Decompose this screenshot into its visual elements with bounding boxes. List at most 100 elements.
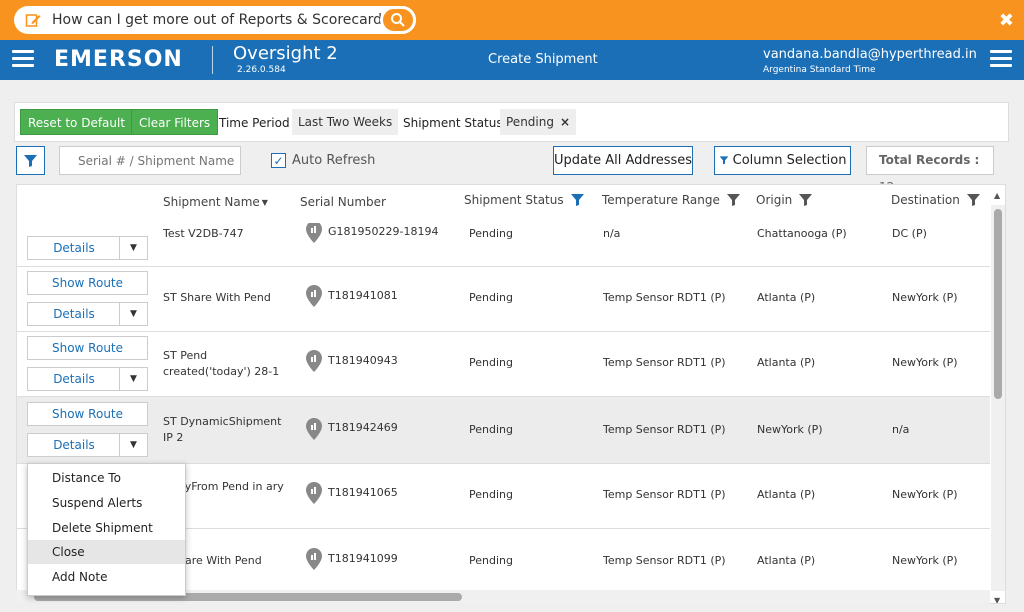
column-header-shipment-name[interactable]: Shipment Name ▼ (163, 195, 268, 209)
details-dropdown[interactable]: Details ▼ (27, 433, 148, 457)
edit-icon (24, 11, 42, 29)
remove-filter-icon[interactable]: × (560, 115, 570, 129)
serial-number: T181941081 (328, 289, 398, 302)
filter-icon[interactable] (798, 192, 813, 207)
shipment-name[interactable]: opyFrom Pend in ary (171, 479, 291, 495)
column-header-shipment-status[interactable]: Shipment Status (464, 192, 585, 207)
time-period-chip[interactable]: Last Two Weeks (292, 109, 399, 135)
location-pin-icon (306, 285, 322, 307)
filter-icon (719, 156, 728, 165)
menu-item-distance-to[interactable]: Distance To (28, 466, 185, 490)
search-button[interactable] (380, 6, 416, 34)
column-selection-label: Column Selection (732, 153, 847, 168)
user-menu-icon[interactable] (990, 50, 1012, 70)
origin: Atlanta (P) (757, 291, 816, 304)
user-email: vandana.bandla@hyperthread.in (763, 47, 977, 62)
filter-icon[interactable] (726, 192, 741, 207)
auto-refresh-toggle[interactable]: ✓ Auto Refresh (271, 153, 375, 168)
details-label: Details (53, 438, 95, 452)
shipment-status-chip[interactable]: Pending × (500, 109, 577, 135)
time-period-label: Time Period (219, 116, 290, 130)
table-row[interactable]: Show Route Details ▼ ST Share With Pend T… (17, 267, 990, 332)
search-icon (391, 13, 405, 27)
vertical-scrollbar[interactable]: ▲ ▼ (991, 191, 1005, 603)
origin: Atlanta (P) (757, 488, 816, 501)
shipment-name[interactable]: ST Pend created('today') 28-1 (163, 348, 283, 380)
location-pin-icon (306, 221, 322, 243)
temperature-range: Temp Sensor RDT1 (P) (603, 356, 726, 369)
menu-item-suspend-alerts[interactable]: Suspend Alerts (28, 491, 185, 515)
menu-item-close[interactable]: Close (28, 540, 185, 564)
shipment-status: Pending (469, 423, 513, 436)
show-route-button[interactable]: Show Route (27, 402, 148, 426)
details-dropdown[interactable]: Details ▼ (27, 236, 148, 260)
location-pin-icon (306, 418, 322, 440)
caret-down-icon[interactable]: ▼ (119, 434, 147, 456)
column-selection-button[interactable]: Column Selection (714, 146, 851, 175)
serial-number: T181940943 (328, 354, 398, 367)
filter-icon[interactable] (966, 192, 981, 207)
caret-down-icon[interactable]: ▼ (119, 237, 147, 259)
serial-number: T181942469 (328, 421, 398, 434)
shipment-name[interactable]: ST Share With Pend (163, 291, 271, 304)
table-row[interactable]: Show Route Details ▼ ST Pend created('tod… (17, 332, 990, 397)
details-label: Details (53, 307, 95, 321)
scroll-up-icon[interactable]: ▲ (994, 191, 1000, 200)
filter-icon[interactable] (570, 192, 585, 207)
origin: Atlanta (P) (757, 356, 816, 369)
caret-down-icon[interactable]: ▼ (119, 368, 147, 390)
help-search-query[interactable]: How can I get more out of Reports & Scor… (52, 12, 397, 28)
column-label: Destination (891, 192, 960, 207)
vertical-scroll-thumb[interactable] (994, 209, 1002, 399)
close-icon[interactable]: ✖ (999, 10, 1014, 31)
origin: Atlanta (P) (757, 554, 816, 567)
table-row-selected[interactable]: Show Route Details ▼ ST DynamicShipment I… (17, 397, 990, 464)
hamburger-menu-icon[interactable] (12, 50, 34, 70)
serial-number: G181950229-18194 (328, 225, 439, 238)
details-label: Details (53, 241, 95, 255)
menu-item-add-note[interactable]: Add Note (28, 565, 185, 589)
details-dropdown[interactable]: Details ▼ (27, 302, 148, 326)
shipment-status: Pending (469, 227, 513, 240)
shipment-name[interactable]: ST DynamicShipment IP 2 (163, 414, 283, 446)
help-search-field[interactable]: How can I get more out of Reports & Scor… (14, 6, 416, 34)
destination: NewYork (P) (892, 554, 958, 567)
shipment-status: Pending (469, 356, 513, 369)
details-dropdown[interactable]: Details ▼ (27, 367, 148, 391)
temperature-range: Temp Sensor RDT1 (P) (603, 488, 726, 501)
column-header-temperature-range[interactable]: Temperature Range (602, 192, 741, 207)
filter-icon (24, 155, 37, 167)
time-period-value: Last Two Weeks (298, 115, 393, 129)
reset-to-default-button[interactable]: Reset to Default (20, 109, 134, 135)
caret-down-icon[interactable]: ▼ (119, 303, 147, 325)
shipment-status: Pending (469, 291, 513, 304)
show-route-button[interactable]: Show Route (27, 336, 148, 360)
scroll-down-icon[interactable]: ▼ (994, 596, 1000, 603)
serial-number: T181941065 (328, 486, 398, 499)
destination: NewYork (P) (892, 488, 958, 501)
clear-filters-button[interactable]: Clear Filters (131, 109, 219, 135)
column-label: Serial Number (300, 195, 386, 209)
filter-toggle-button[interactable] (16, 146, 45, 175)
menu-item-delete-shipment[interactable]: Delete Shipment (28, 516, 185, 540)
serial-search-input[interactable] (59, 146, 241, 175)
update-all-addresses-button[interactable]: Update All Addresses (553, 146, 693, 175)
column-header-destination[interactable]: Destination (891, 192, 981, 207)
shipment-name[interactable]: Test V2DB-747 (163, 227, 244, 240)
show-route-button[interactable]: Show Route (27, 271, 148, 295)
temperature-range: Temp Sensor RDT1 (P) (603, 291, 726, 304)
column-label: Temperature Range (602, 192, 720, 207)
column-header-origin[interactable]: Origin (756, 192, 813, 207)
auto-refresh-checkbox[interactable]: ✓ (271, 153, 286, 168)
sort-desc-icon[interactable]: ▼ (262, 198, 268, 207)
column-header-serial-number[interactable]: Serial Number (300, 195, 386, 209)
page-title: Create Shipment (488, 52, 598, 67)
origin: Chattanooga (P) (757, 227, 847, 240)
details-label: Details (53, 372, 95, 386)
location-pin-icon (306, 350, 322, 372)
location-pin-icon (306, 548, 322, 570)
details-menu: Distance To Suspend Alerts Delete Shipme… (27, 463, 186, 596)
shipment-status: Pending (469, 488, 513, 501)
auto-refresh-label: Auto Refresh (292, 153, 376, 168)
emerson-logo: EMERSON (54, 47, 183, 72)
